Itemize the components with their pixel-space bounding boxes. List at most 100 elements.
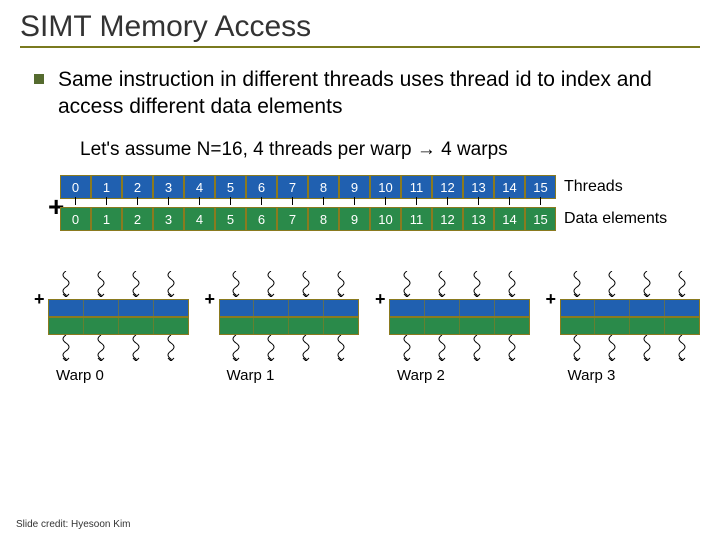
- data-cell: 5: [215, 207, 246, 231]
- data-cell: 15: [525, 207, 556, 231]
- spring-icon: [569, 271, 585, 297]
- spring-icon: [228, 335, 244, 361]
- thread-cell: 14: [494, 175, 525, 199]
- spring-row-top: [389, 271, 530, 299]
- page-title: SIMT Memory Access: [20, 10, 700, 44]
- thread-cell: 8: [308, 175, 339, 199]
- spring-icon: [434, 271, 450, 297]
- spring-icon: [504, 271, 520, 297]
- data-cell: 2: [122, 207, 153, 231]
- spring-icon: [163, 271, 179, 297]
- warp-threads-bar: [389, 299, 530, 317]
- thread-cell: 6: [246, 175, 277, 199]
- data-cell: 6: [246, 207, 277, 231]
- spring-row-bottom: [219, 335, 360, 363]
- bullet-item: Same instruction in different threads us…: [34, 66, 700, 121]
- thread-cell: 13: [463, 175, 494, 199]
- spring-icon: [58, 335, 74, 361]
- spring-icon: [504, 335, 520, 361]
- spring-icon: [333, 335, 349, 361]
- spring-icon: [93, 335, 109, 361]
- warp-data-bar: [219, 317, 360, 335]
- square-bullet-icon: [34, 74, 44, 84]
- spring-icon: [639, 271, 655, 297]
- warp-block: + Warp 0: [48, 271, 189, 384]
- thread-cell: 10: [370, 175, 401, 199]
- data-row: 0 1 2 3 4 5 6 7 8 9 10 11 12 13 14 15 Da…: [60, 207, 700, 231]
- spring-icon: [298, 271, 314, 297]
- warp-label: Warp 0: [56, 367, 189, 384]
- spring-icon: [163, 335, 179, 361]
- data-cell: 7: [277, 207, 308, 231]
- spring-icon: [93, 271, 109, 297]
- spring-icon: [399, 271, 415, 297]
- plus-icon: +: [34, 289, 45, 310]
- data-cell: 11: [401, 207, 432, 231]
- data-cell: 12: [432, 207, 463, 231]
- spring-icon: [604, 335, 620, 361]
- warp-block: + Warp 2: [389, 271, 530, 384]
- spring-icon: [674, 335, 690, 361]
- spring-icon: [263, 335, 279, 361]
- spring-row-bottom: [560, 335, 701, 363]
- warp-data-bar: [560, 317, 701, 335]
- spring-row-bottom: [48, 335, 189, 363]
- warp-threads-bar: [219, 299, 360, 317]
- thread-cell: 3: [153, 175, 184, 199]
- warp-threads-bar: [48, 299, 189, 317]
- warp-data-bar: [48, 317, 189, 335]
- thread-cell: 4: [184, 175, 215, 199]
- data-cell: 14: [494, 207, 525, 231]
- spring-icon: [434, 335, 450, 361]
- data-cell: 13: [463, 207, 494, 231]
- plus-icon: +: [205, 289, 216, 310]
- data-cell: 8: [308, 207, 339, 231]
- thread-cell: 0: [60, 175, 91, 199]
- warp-data-bar: [389, 317, 530, 335]
- warp-label: Warp 3: [568, 367, 701, 384]
- spring-icon: [298, 335, 314, 361]
- warp-block: + Warp 1: [219, 271, 360, 384]
- warp-label: Warp 2: [397, 367, 530, 384]
- assumption-text: Let's assume N=16, 4 threads per warp → …: [80, 139, 700, 161]
- thread-cell: 12: [432, 175, 463, 199]
- warp-label: Warp 1: [227, 367, 360, 384]
- spring-icon: [569, 335, 585, 361]
- data-cell: 9: [339, 207, 370, 231]
- thread-cell: 11: [401, 175, 432, 199]
- spring-icon: [674, 271, 690, 297]
- spring-icon: [128, 335, 144, 361]
- spring-icon: [639, 335, 655, 361]
- thread-cell: 1: [91, 175, 122, 199]
- spring-icon: [604, 271, 620, 297]
- spring-icon: [469, 335, 485, 361]
- thread-cell: 2: [122, 175, 153, 199]
- warps-row: + Warp 0 +: [48, 271, 700, 384]
- spring-icon: [399, 335, 415, 361]
- plus-icon: +: [375, 289, 386, 310]
- data-cell: 4: [184, 207, 215, 231]
- data-cell: 3: [153, 207, 184, 231]
- data-cell: 0: [60, 207, 91, 231]
- spring-icon: [469, 271, 485, 297]
- spring-row-top: [219, 271, 360, 299]
- spring-row-top: [48, 271, 189, 299]
- threads-row: 0 1 2 3 4 5 6 7 8 9 10 11 12 13 14 15 Th…: [60, 175, 700, 199]
- data-label: Data elements: [564, 210, 667, 228]
- thread-cell: 7: [277, 175, 308, 199]
- title-divider: [20, 46, 700, 48]
- spring-icon: [228, 271, 244, 297]
- spring-icon: [128, 271, 144, 297]
- warp-block: + Warp 3: [560, 271, 701, 384]
- spring-icon: [58, 271, 74, 297]
- thread-cell: 9: [339, 175, 370, 199]
- data-cell: 1: [91, 207, 122, 231]
- threads-label: Threads: [564, 178, 623, 196]
- index-grid: + 0 1 2 3 4 5 6 7 8 9 10 11 12 13 14 15 …: [60, 175, 700, 384]
- warp-threads-bar: [560, 299, 701, 317]
- slide-credit: Slide credit: Hyesoon Kim: [16, 519, 131, 530]
- thread-cell: 15: [525, 175, 556, 199]
- bullet-text: Same instruction in different threads us…: [58, 66, 700, 121]
- plus-icon: +: [546, 289, 557, 310]
- thread-cell: 5: [215, 175, 246, 199]
